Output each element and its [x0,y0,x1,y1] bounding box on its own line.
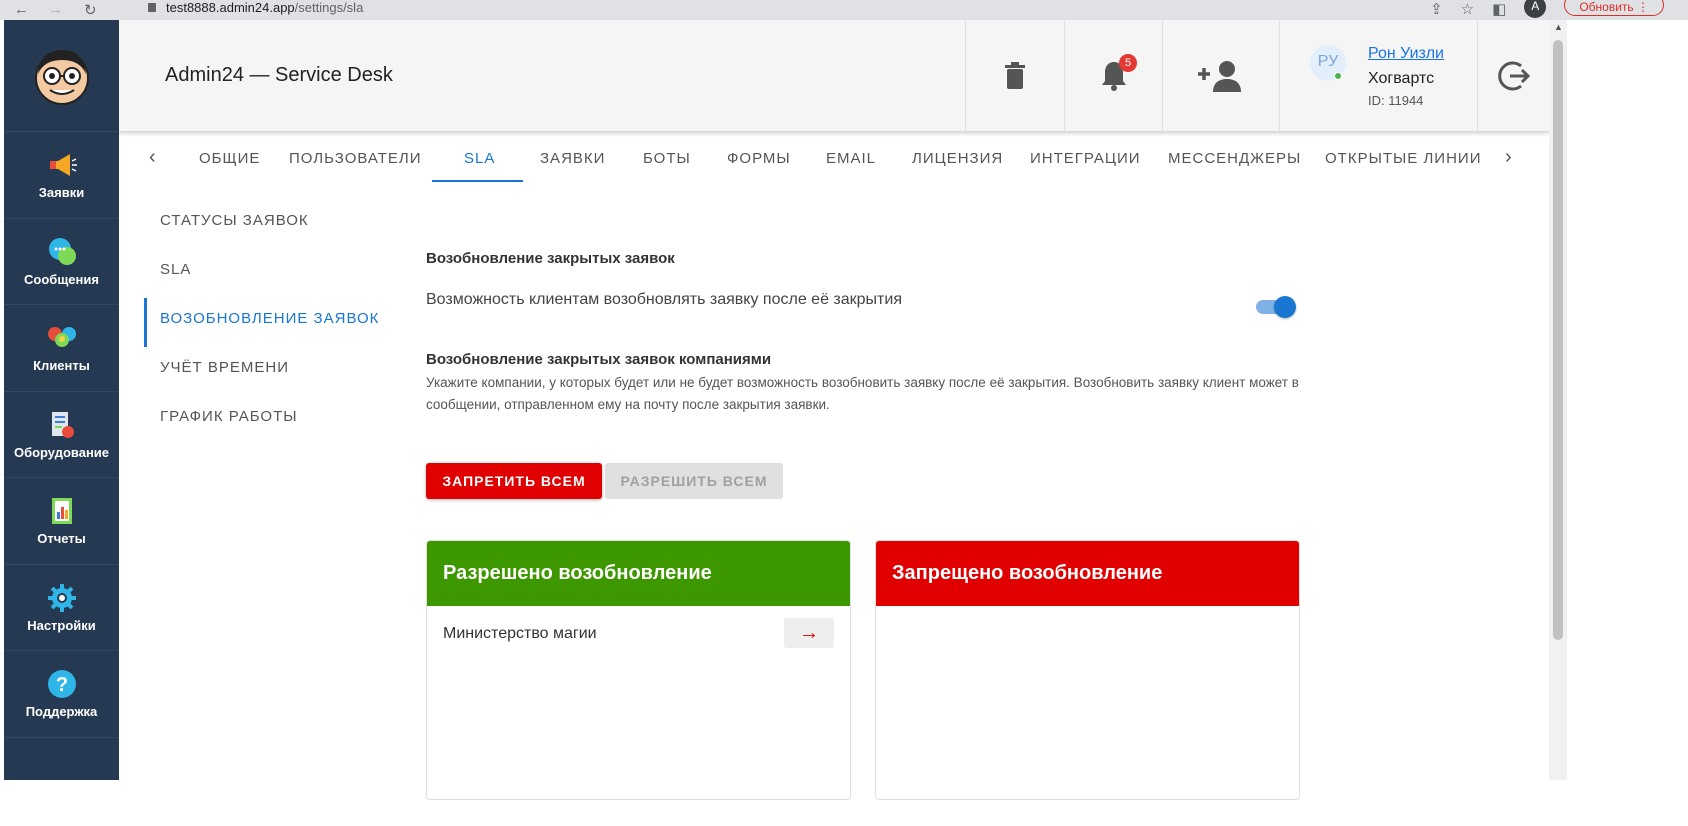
settings-subnav: Статусы заявок SLA Возобновление заявок … [144,200,404,445]
user-profile[interactable]: РУ Рон Уизли Хогвартс ID: 11944 [1279,20,1477,132]
arrow-right-icon: → [799,622,819,644]
report-icon [51,498,72,525]
sidepanel-icon[interactable]: ◧ [1492,0,1506,18]
trash-button[interactable] [965,20,1064,132]
tab-license[interactable]: Лицензия [912,150,1003,167]
tab-requests[interactable]: Заявки [540,150,605,167]
user-id: ID: 11944 [1368,93,1424,108]
subnav-item-reopening[interactable]: Возобновление заявок [144,298,404,347]
allow-all-button[interactable]: Разрешить всем [605,463,783,499]
app-window: Заявки Сообщения Клиенты Оборудование От… [4,20,1678,820]
user-organization: Хогвартс [1368,70,1435,87]
sidebar-item-equipment[interactable]: Оборудование [4,392,119,478]
sidebar-item-label: Отчеты [37,531,86,547]
deny-all-button[interactable]: Запретить всем [426,463,602,499]
star-icon[interactable]: ☆ [1461,0,1474,18]
people-icon [47,327,76,348]
settings-tabs: ‹ Общие Пользователи SLA Заявки Боты Фор… [119,138,1549,184]
notification-badge: 5 [1119,54,1137,72]
tab-messengers[interactable]: Мессенджеры [1168,150,1301,167]
subnav-item-statuses[interactable]: Статусы заявок [144,200,404,249]
equipment-icon [51,411,74,438]
megaphone-icon [49,154,77,177]
company-name: Министерство магии [443,625,597,642]
app-title: Admin24 — Service Desk [165,64,393,86]
url-path: /settings/sla [294,0,364,15]
add-user-icon [1198,61,1241,92]
cartoon-face-logo-icon [34,49,89,105]
logout-button[interactable] [1477,20,1549,132]
sidebar-item-support[interactable]: ? Поддержка [4,651,119,738]
section-title-reopening: Возобновление закрытых заявок [426,250,675,267]
tab-email[interactable]: Email [826,150,876,167]
list-item: Министерство магии → [427,606,850,662]
subnav-item-schedule[interactable]: График работы [144,396,404,445]
toggle-knob [1274,296,1296,318]
svg-text:?: ? [55,674,67,696]
forward-icon[interactable]: → [48,1,63,18]
tabs-scroll-right-icon[interactable]: › [1505,146,1512,169]
tab-bots[interactable]: Боты [643,150,691,167]
tab-forms[interactable]: Формы [727,150,791,167]
add-user-button[interactable] [1162,20,1279,132]
denied-panel-title: Запрещено возобновление [876,541,1299,606]
tab-sla[interactable]: SLA [464,150,495,167]
url-host: test8888.admin24.app [166,0,295,15]
denied-panel: Запрещено возобновление [875,540,1300,800]
tab-integrations[interactable]: Интеграции [1030,150,1141,167]
browser-toolbar: ← → ↻ test8888.admin24.app/settings/sla … [0,0,1688,20]
subnav-item-sla[interactable]: SLA [144,249,404,298]
sidebar-item-label: Оборудование [13,444,110,460]
user-name-link[interactable]: Рон Уизли [1368,45,1444,63]
profile-avatar[interactable]: A [1524,0,1547,18]
companies-description: Укажите компании, у которых будет или не… [426,375,1299,412]
sidebar-item-reports[interactable]: Отчеты [4,478,119,565]
notifications-button[interactable]: 5 [1064,20,1162,132]
main-content: Возобновление закрытых заявок Возможност… [426,250,1306,800]
move-to-denied-button[interactable]: → [784,618,834,648]
page-scrollbar[interactable]: ▲ [1549,20,1567,780]
address-bar[interactable]: test8888.admin24.app/settings/sla [148,0,363,20]
reopening-toggle[interactable] [1256,296,1296,318]
tabs-scroll-left-icon[interactable]: ‹ [149,146,156,169]
share-icon[interactable]: ⇪ [1430,0,1443,18]
scrollbar-thumb[interactable] [1553,40,1563,640]
chat-bubbles-icon [48,237,76,265]
sidebar-item-clients[interactable]: Клиенты [4,305,119,392]
sidebar: Заявки Сообщения Клиенты Оборудование От… [4,20,119,780]
reopening-option-label: Возможность клиентам возобновлять заявку… [426,291,902,308]
allowed-panel: Разрешено возобновление Министерство маг… [426,540,851,800]
allowed-panel-title: Разрешено возобновление [427,541,850,606]
sidebar-item-label: Клиенты [33,358,90,374]
active-tab-indicator [432,180,523,182]
tab-open-lines[interactable]: Открытые линии [1325,150,1482,167]
sidebar-item-label: Заявки [38,185,85,201]
update-button[interactable]: Обновить ⋮ [1564,0,1664,16]
tab-users[interactable]: Пользователи [289,150,422,167]
reload-icon[interactable]: ↻ [84,1,97,19]
back-icon[interactable]: ← [14,1,29,18]
top-header: Admin24 — Service Desk 5 РУ Рон Уизли Хо… [119,20,1549,132]
sidebar-item-label: Сообщения [24,271,99,287]
scroll-up-icon[interactable]: ▲ [1554,22,1563,32]
tab-general[interactable]: Общие [199,150,260,167]
logout-icon [1497,61,1530,91]
sidebar-item-messages[interactable]: Сообщения [4,219,119,305]
logo[interactable] [4,20,119,132]
sidebar-item-label: Настройки [27,617,96,633]
gear-icon [47,583,76,612]
sidebar-item-settings[interactable]: Настройки [4,565,119,651]
online-status-dot [1334,72,1342,80]
lock-icon [148,3,156,12]
sidebar-item-requests[interactable]: Заявки [4,132,119,219]
update-label: Обновить [1579,0,1634,14]
sidebar-item-label: Поддержка [25,704,98,720]
subnav-item-time-tracking[interactable]: Учёт времени [144,347,404,396]
section-title-companies: Возобновление закрытых заявок компаниями [426,351,772,368]
help-icon: ? [47,670,76,699]
trash-icon [1005,62,1025,89]
